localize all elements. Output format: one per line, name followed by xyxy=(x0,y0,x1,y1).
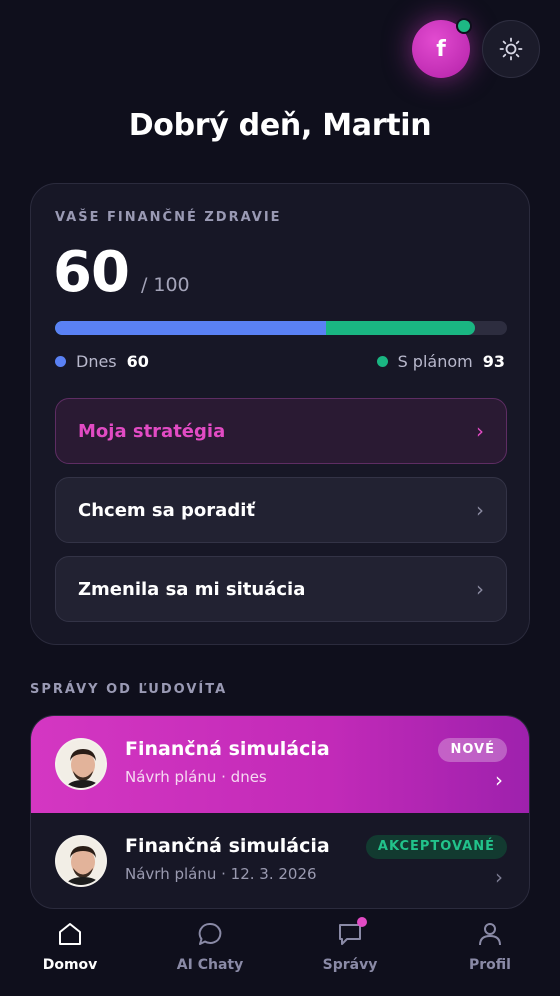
message-title: Finančná simulácia xyxy=(125,738,330,760)
score-row: 60 / 100 xyxy=(53,240,190,305)
health-score: 60 xyxy=(53,240,130,305)
legend-today-value: 60 xyxy=(126,352,149,371)
my-strategy-label: Moja stratégia xyxy=(78,420,226,442)
messages-icon-wrap xyxy=(336,917,367,948)
legend-today: Dnes 60 xyxy=(55,352,149,371)
situation-changed-label: Zmenila sa mi situácia xyxy=(78,578,306,600)
situation-changed-button[interactable]: Zmenila sa mi situácia › xyxy=(55,556,507,622)
legend-today-label: Dnes xyxy=(76,352,117,371)
advisor-avatar-image xyxy=(57,837,105,885)
online-status-dot xyxy=(456,18,472,34)
user-icon xyxy=(479,923,501,946)
nav-item-messages[interactable]: Správy xyxy=(280,912,420,996)
chevron-right-icon: › xyxy=(476,419,484,443)
message-title: Finančná simulácia xyxy=(125,835,330,857)
financial-health-label: VAŠE FINANČNÉ ZDRAVIE xyxy=(55,210,282,225)
nav-label-home: Domov xyxy=(42,957,98,973)
today-progress-fill xyxy=(55,321,327,335)
message-subtitle: Návrh plánu · dnes xyxy=(125,768,267,786)
message-item-accepted[interactable]: Finančná simulácia Návrh plánu · 12. 3. … xyxy=(31,813,529,908)
home-screen: f Dobrý deň, Martin VAŠE FINANČNÉ ZDRAVI… xyxy=(0,0,560,996)
status-badge-new: NOVÉ xyxy=(438,738,507,762)
chevron-right-icon: › xyxy=(476,498,484,522)
get-advice-button[interactable]: Chcem sa poradiť › xyxy=(55,477,507,543)
avatar-initial: f xyxy=(436,36,446,62)
nav-item-profile[interactable]: Profil xyxy=(420,912,560,996)
health-progress-bar xyxy=(55,321,507,335)
nav-label-messages: Správy xyxy=(322,957,378,973)
messages-notification-dot xyxy=(357,917,367,927)
legend-today-dot xyxy=(55,356,66,367)
chevron-right-icon: › xyxy=(495,865,503,889)
chevron-right-icon: › xyxy=(495,768,503,792)
messages-list: Finančná simulácia Návrh plánu · dnes NO… xyxy=(30,715,530,909)
message-subtitle: Návrh plánu · 12. 3. 2026 xyxy=(125,865,317,883)
nav-label-ai-chats: AI Chaty xyxy=(176,957,244,973)
bottom-nav: Domov AI Chaty Správy Profil xyxy=(0,912,560,996)
legend-plan-value: 93 xyxy=(482,352,505,371)
advisor-avatar xyxy=(55,835,107,887)
nav-item-ai-chats[interactable]: AI Chaty xyxy=(140,912,280,996)
nav-label-profile: Profil xyxy=(469,957,511,973)
get-advice-label: Chcem sa poradiť xyxy=(78,499,255,521)
financial-health-card: VAŠE FINANČNÉ ZDRAVIE 60 / 100 Dnes 60 S… xyxy=(30,183,530,645)
messages-section-label: SPRÁVY OD ĽUDOVÍTA xyxy=(30,682,228,697)
greeting-heading: Dobrý deň, Martin xyxy=(128,108,432,143)
advisor-avatar xyxy=(55,738,107,790)
chat-bubble-icon xyxy=(198,922,222,945)
home-icon xyxy=(59,923,81,945)
chevron-right-icon: › xyxy=(476,577,484,601)
profile-avatar-button[interactable]: f xyxy=(412,18,472,78)
theme-toggle-button[interactable] xyxy=(482,20,540,78)
nav-item-home[interactable]: Domov xyxy=(0,912,140,996)
my-strategy-button[interactable]: Moja stratégia › xyxy=(55,398,507,464)
message-item-new[interactable]: Finančná simulácia Návrh plánu · dnes NO… xyxy=(31,716,529,813)
status-badge-accepted: AKCEPTOVANÉ xyxy=(365,835,507,859)
sun-icon xyxy=(499,37,523,61)
legend-plan-dot xyxy=(376,356,388,367)
advisor-avatar-image xyxy=(57,740,105,788)
legend-plan: S plánom 93 xyxy=(376,352,505,371)
legend-plan-label: S plánom xyxy=(397,352,473,371)
health-score-max: / 100 xyxy=(140,274,190,296)
